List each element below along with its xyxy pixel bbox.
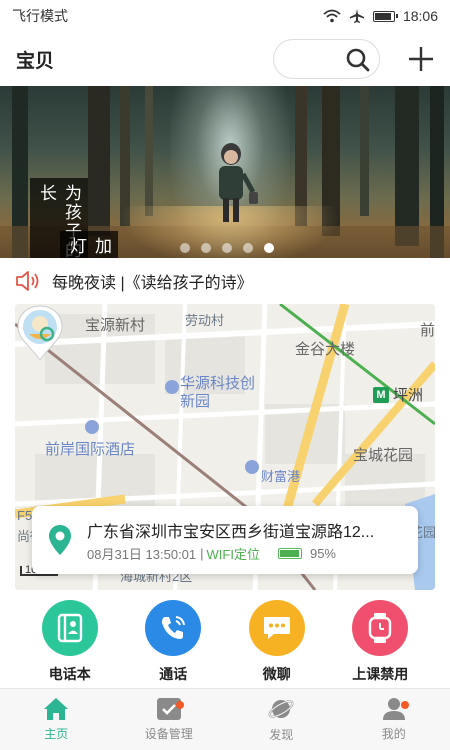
add-button[interactable] [406,44,436,74]
poi-icon [165,380,179,394]
nav-discover[interactable]: 发现 [225,689,338,750]
location-pin-icon [49,525,71,555]
call-label: 通话 [159,666,188,682]
device-battery-text: 95% [309,546,336,561]
hotel-icon [85,420,99,434]
search-icon[interactable] [345,47,371,73]
nav-profile-label: 我的 [381,727,406,741]
child-location-marker[interactable] [15,304,65,362]
page-title: 宝贝 [16,50,55,72]
map-label: 财富港 [261,469,301,484]
call-circle[interactable] [145,600,202,656]
metro-icon: M [373,386,389,403]
chat-circle[interactable] [248,600,305,656]
map-label: 劳动村 [185,313,225,328]
notification-badge [175,701,184,709]
poi-icon [245,460,259,474]
map-label: 金谷大楼 [295,341,356,358]
map-label: 前岸国际酒店 [45,441,136,458]
chat-button[interactable]: 微聊 [237,600,317,684]
carousel-dot[interactable] [180,243,190,253]
device-battery-icon [277,548,302,559]
banner-slogan-2: 加一盏明灯 [60,231,118,258]
nav-home-label: 主页 [44,727,69,741]
call-button[interactable]: 通话 [133,600,213,684]
carousel-dot[interactable] [243,243,253,253]
location-source: WIFI定位 [206,547,260,562]
map-label: 宝城花园 [353,447,414,464]
metro-station: M 坪洲 [373,384,423,405]
class-mode-circle[interactable] [352,600,409,656]
watch-icon [369,613,392,643]
nav-profile[interactable]: 我的 [338,689,450,750]
chat-icon [263,617,290,639]
map-label: F5 [17,508,33,523]
nav-discover-label: 发现 [269,728,294,742]
phonebook-button[interactable]: 电话本 [30,600,110,684]
class-mode-button[interactable]: 上课禁用 [340,600,420,684]
location-card[interactable]: 广东省深圳市宝安区西乡街道宝源路12... 08月31日 13:50:01 | … [32,506,418,574]
meta-separator: | [200,546,204,561]
phonebook-circle[interactable] [41,600,98,656]
map-label: 宝源新村 [85,317,146,334]
nav-device-label: 设备管理 [144,727,193,741]
function-buttons: 电话本 通话 微聊 上课禁用 [0,600,450,684]
search-box[interactable] [273,39,380,79]
carousel-dot[interactable] [222,243,232,253]
app-header: 宝贝 [0,32,450,86]
child-figure [219,143,258,222]
metro-label: 坪洲 [393,387,424,404]
phonebook-icon [57,613,82,643]
reading-announcement[interactable]: 每晚夜读 |《读给孩子的诗》 [0,262,450,300]
class-mode-label: 上课禁用 [352,666,409,682]
bottom-navigation: 主页 设备管理 发现 我的 [0,688,450,750]
airplane-icon [349,9,364,23]
carousel-dot[interactable] [201,243,211,253]
promo-banner[interactable]: 为孩子的成长 加一盏明灯 [0,86,450,258]
speaker-icon [16,271,39,291]
wifi-icon [323,9,341,23]
nav-device-management[interactable]: 设备管理 [113,689,226,750]
notification-badge [400,701,409,709]
nav-home[interactable]: 主页 [0,689,113,750]
reading-text: 每晚夜读 |《读给孩子的诗》 [52,275,253,292]
location-datetime: 08月31日 13:50:01 [87,547,197,562]
status-icons: 18:06 [323,8,438,24]
location-meta: 08月31日 13:50:01 | WIFI定位 95% [87,544,336,563]
location-address: 广东省深圳市宝安区西乡街道宝源路12... [87,524,375,541]
battery-icon [372,10,398,22]
map-label: 前 [420,322,435,339]
home-icon [44,698,69,720]
planet-icon [268,700,294,718]
status-bar: 飞行模式 18:06 [0,0,450,32]
map-label: 新园 [180,393,211,410]
chat-label: 微聊 [262,666,291,682]
carousel-indicators [180,243,274,253]
airplane-mode-text: 飞行模式 [12,8,68,24]
phone-call-icon [162,616,186,639]
carousel-dot-active[interactable] [264,243,274,253]
phonebook-label: 电话本 [48,666,91,682]
clock: 18:06 [402,8,438,24]
